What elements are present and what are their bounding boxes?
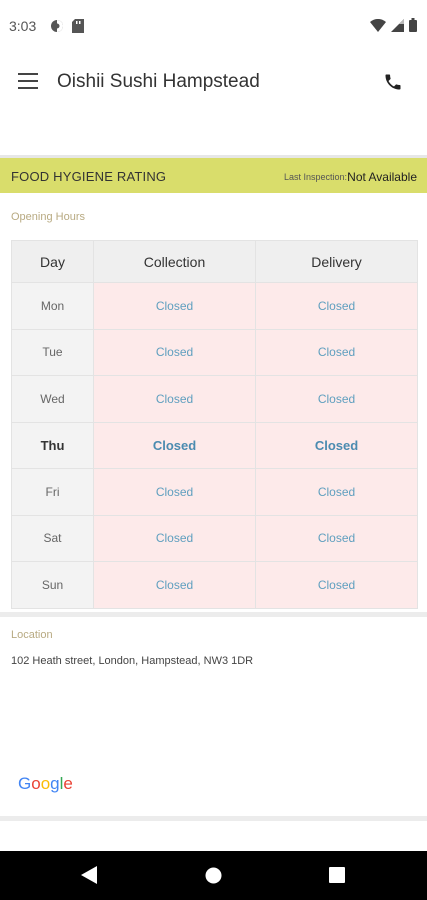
battery-icon [409, 18, 417, 37]
phone-icon[interactable] [383, 72, 405, 94]
day-cell: Sun [11, 561, 94, 609]
collection-cell: Closed [93, 561, 256, 609]
table-row: Tue Closed Closed [11, 328, 418, 376]
day-cell: Sat [11, 514, 94, 562]
section-divider [0, 816, 427, 821]
wifi-icon [370, 18, 386, 37]
section-divider [0, 612, 427, 617]
delivery-cell: Closed [255, 375, 418, 423]
address-text: 102 Heath street, London, Hampstead, NW3… [11, 655, 254, 667]
collection-cell: Closed [93, 282, 256, 330]
table-row: Mon Closed Closed [11, 282, 418, 330]
google-logo[interactable]: Google [18, 774, 73, 794]
collection-cell: Closed [93, 328, 256, 376]
delivery-cell: Closed [255, 468, 418, 516]
delivery-cell: Closed [255, 328, 418, 376]
hygiene-title: FOOD HYGIENE RATING [11, 169, 167, 184]
collection-cell: Closed [93, 514, 256, 562]
menu-icon[interactable] [18, 73, 38, 91]
status-bar: 3:03 [0, 0, 427, 52]
day-cell: Tue [11, 328, 94, 376]
collection-cell: Closed [93, 375, 256, 423]
app-bar: Oishii Sushi Hampstead [0, 52, 427, 112]
home-icon[interactable] [205, 867, 222, 889]
table-header-row: Day Collection Delivery [11, 240, 418, 283]
table-row: Wed Closed Closed [11, 375, 418, 423]
delivery-cell: Closed [255, 421, 418, 469]
header-day: Day [11, 240, 94, 283]
day-cell: Fri [11, 468, 94, 516]
collection-cell: Closed [93, 468, 256, 516]
day-cell: Mon [11, 282, 94, 330]
collection-cell: Closed [93, 421, 256, 469]
food-hygiene-banner: FOOD HYGIENE RATING Last Inspection: Not… [0, 155, 427, 193]
table-row-today: Thu Closed Closed [11, 421, 418, 469]
table-row: Fri Closed Closed [11, 468, 418, 516]
header-delivery: Delivery [255, 240, 418, 283]
delivery-cell: Closed [255, 282, 418, 330]
table-row: Sat Closed Closed [11, 514, 418, 562]
opening-hours-label: Opening Hours [11, 211, 85, 223]
sd-card-icon [72, 19, 84, 38]
page-title: Oishii Sushi Hampstead [57, 71, 260, 92]
data-saver-icon [50, 19, 64, 38]
location-label: Location [11, 629, 53, 641]
day-cell: Thu [11, 421, 94, 469]
last-inspection-label: Last Inspection: [283, 172, 347, 182]
navigation-bar [0, 851, 427, 900]
cell-signal-icon [391, 18, 404, 37]
status-time: 3:03 [9, 18, 37, 34]
delivery-cell: Closed [255, 514, 418, 562]
back-icon[interactable] [80, 865, 98, 890]
day-cell: Wed [11, 375, 94, 423]
opening-hours-table: Day Collection Delivery Mon Closed Close… [11, 240, 418, 609]
table-row: Sun Closed Closed [11, 561, 418, 609]
last-inspection-value: Not Available [347, 170, 417, 184]
recents-icon[interactable] [329, 867, 345, 888]
delivery-cell: Closed [255, 561, 418, 609]
header-collection: Collection [93, 240, 256, 283]
